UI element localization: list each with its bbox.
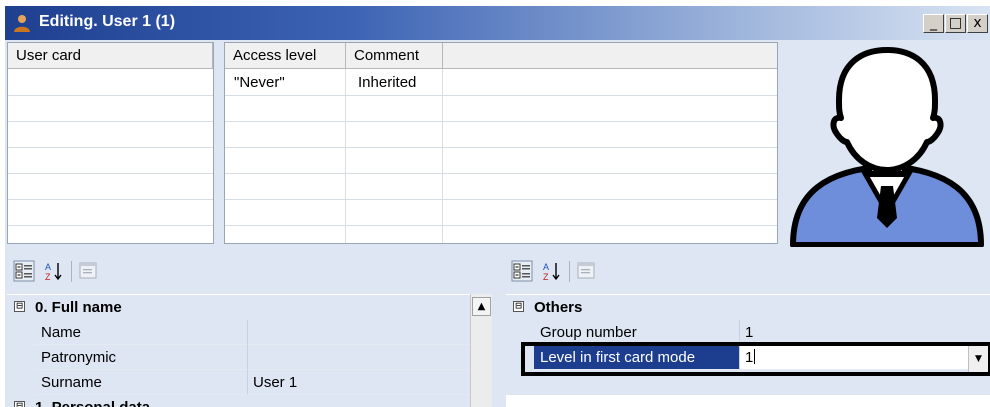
- collapse-icon[interactable]: ⊟: [14, 300, 25, 312]
- property-pages-icon[interactable]: [575, 260, 597, 282]
- categorized-icon[interactable]: [511, 260, 533, 282]
- user-card-grid[interactable]: User card: [7, 42, 214, 244]
- property-name: Surname: [35, 370, 247, 395]
- edit-highlight: [521, 342, 990, 376]
- property-row-name[interactable]: Name: [7, 320, 470, 345]
- scroll-up-icon[interactable]: ▲: [472, 297, 491, 316]
- svg-text:A: A: [543, 262, 549, 272]
- property-name: Name: [35, 320, 247, 345]
- property-grid-scrollbar[interactable]: ▲: [470, 294, 492, 407]
- category-title: 1. Personal data: [35, 395, 150, 407]
- window-title: Editing. User 1 (1): [39, 13, 176, 30]
- svg-text:A: A: [45, 262, 51, 272]
- dropdown-arrow-icon[interactable]: ▼: [968, 346, 988, 372]
- left-property-toolbar: A Z: [5, 252, 495, 290]
- user-icon: [14, 15, 30, 32]
- right-property-toolbar: A Z: [505, 252, 990, 290]
- alphabetical-sort-icon[interactable]: A Z: [541, 260, 563, 282]
- comment-cell: Inherited: [358, 74, 417, 91]
- close-button[interactable]: x: [967, 14, 988, 33]
- property-row-surname[interactable]: Surname User 1: [7, 370, 470, 395]
- column-header-user-card[interactable]: User card: [8, 43, 213, 69]
- title-bar: Editing. User 1 (1) _ □ x: [5, 6, 990, 40]
- alphabetical-sort-icon[interactable]: A Z: [43, 260, 65, 282]
- category-personal-data[interactable]: ⊟ 1. Personal data: [7, 395, 470, 407]
- property-pages-icon[interactable]: [77, 260, 99, 282]
- collapse-icon[interactable]: ⊟: [513, 300, 524, 312]
- column-header-blank: [443, 43, 777, 69]
- category-full-name[interactable]: ⊟ 0. Full name: [7, 295, 470, 320]
- category-others[interactable]: ⊟ Others: [506, 295, 990, 320]
- property-value[interactable]: [247, 345, 470, 370]
- access-level-grid[interactable]: Access level Comment "Never" Inherited: [224, 42, 778, 244]
- access-level-cell: "Never": [234, 74, 285, 91]
- column-header-access-level[interactable]: Access level: [225, 43, 346, 69]
- property-name: Patronymic: [35, 345, 247, 370]
- property-value[interactable]: User 1: [247, 370, 470, 395]
- pane-splitter[interactable]: [494, 294, 505, 407]
- left-property-grid[interactable]: ⊟ 0. Full name Name Patronymic Surname U…: [7, 294, 470, 407]
- property-row-patronymic[interactable]: Patronymic: [7, 345, 470, 370]
- svg-text:Z: Z: [45, 272, 51, 282]
- minimize-button[interactable]: _: [923, 14, 944, 33]
- avatar-icon: [790, 47, 984, 247]
- category-title: Others: [534, 299, 583, 316]
- maximize-button[interactable]: □: [945, 14, 966, 33]
- collapse-icon[interactable]: ⊟: [14, 400, 25, 407]
- column-header-comment[interactable]: Comment: [346, 43, 443, 69]
- property-value[interactable]: [247, 320, 470, 345]
- categorized-icon[interactable]: [13, 260, 35, 282]
- category-title: 0. Full name: [35, 299, 122, 316]
- svg-text:Z: Z: [543, 272, 549, 282]
